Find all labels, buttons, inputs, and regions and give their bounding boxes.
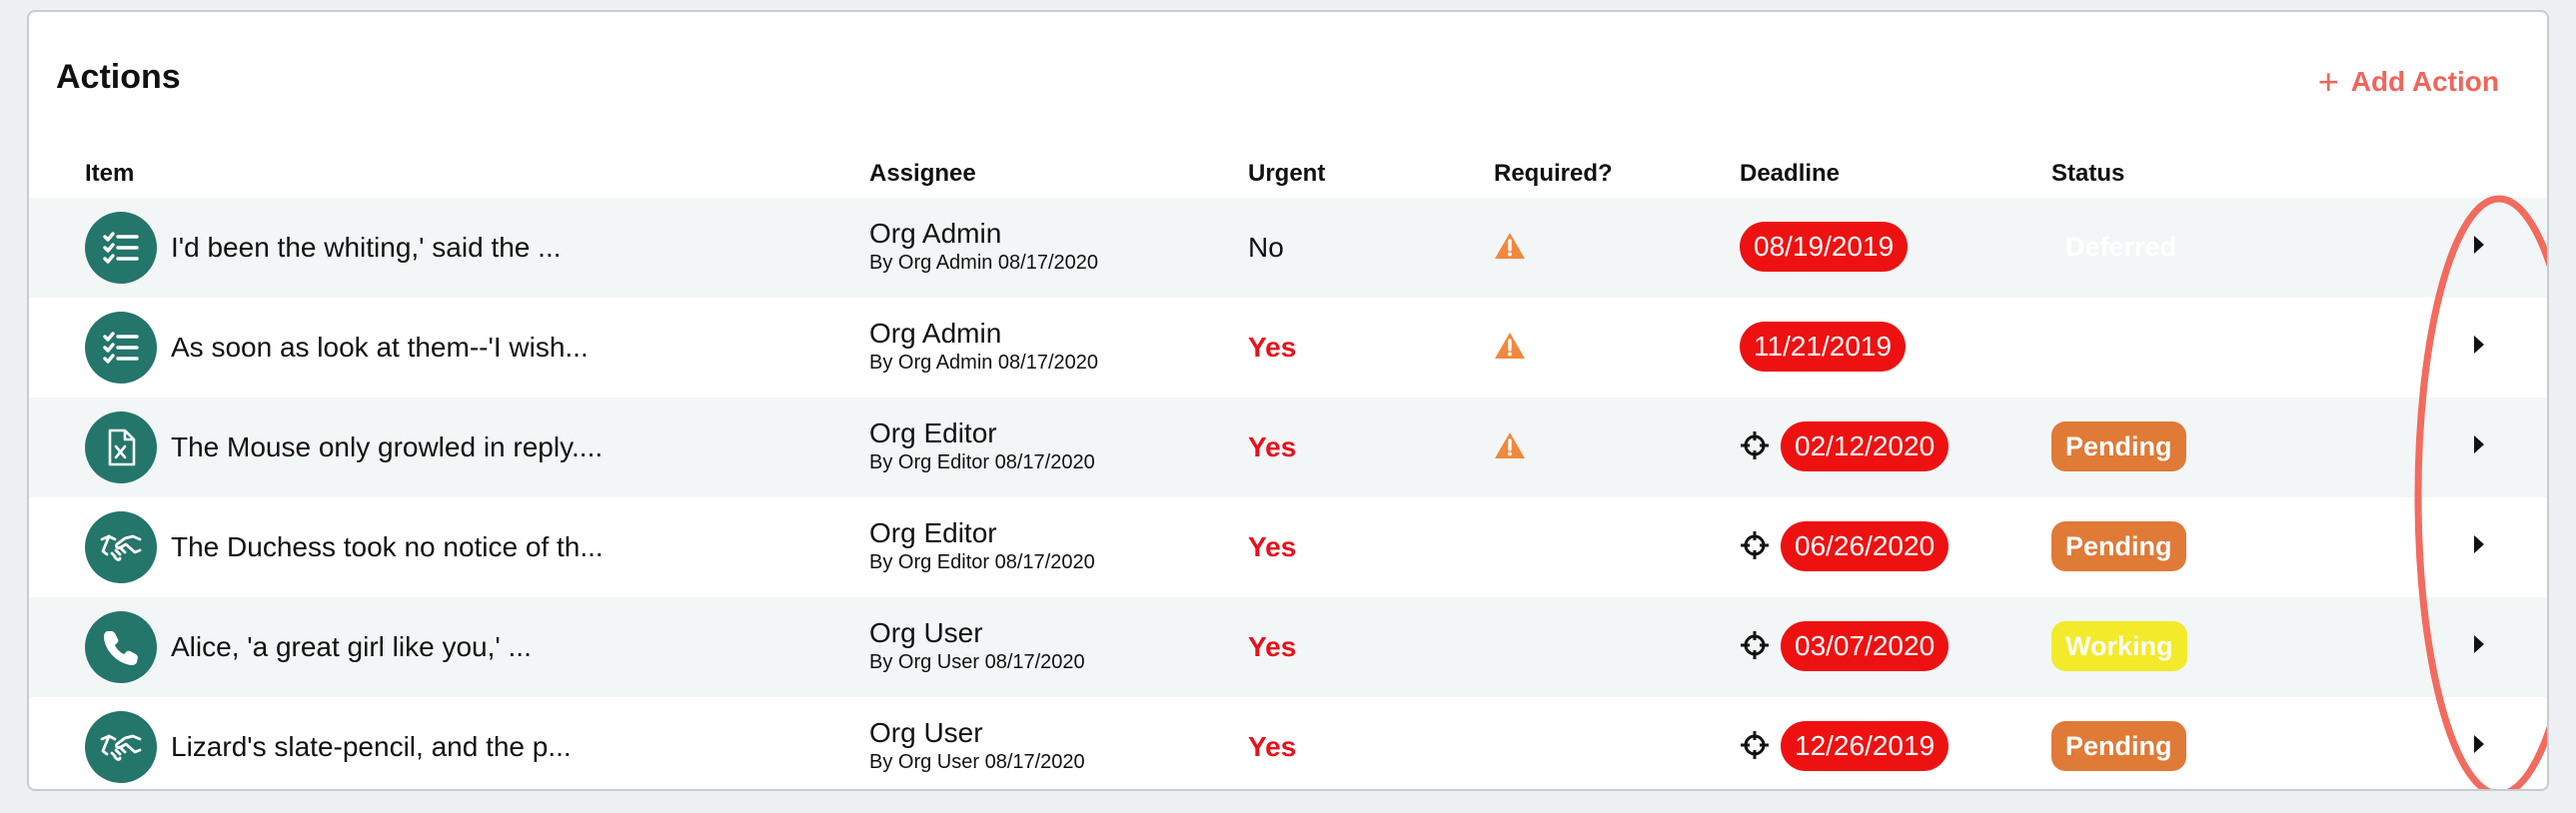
add-action-button[interactable]: + Add Action xyxy=(2318,64,2499,100)
deadline-badge: 11/21/2019 xyxy=(1740,322,1907,372)
warning-icon xyxy=(1494,332,1526,360)
item-title[interactable]: Alice, 'a great girl like you,' ... xyxy=(171,631,532,663)
assignee-cell: Org Admin By Org Admin 08/17/2020 xyxy=(869,318,1098,376)
assignee-name: Org Admin xyxy=(869,218,1002,249)
table-row[interactable]: I'd been the whiting,' said the ... Org … xyxy=(29,198,2547,298)
status-badge: Working xyxy=(2051,621,2187,671)
column-header-urgent[interactable]: Urgent xyxy=(1248,160,1325,188)
urgent-value: No xyxy=(1248,232,1284,263)
assignee-cell: Org Editor By Org Editor 08/17/2020 xyxy=(869,417,1095,475)
column-header-status[interactable]: Status xyxy=(2051,160,2124,188)
assigned-by: By Org Editor 08/17/2020 xyxy=(869,551,1095,573)
table-row[interactable]: Alice, 'a great girl like you,' ... Org … xyxy=(29,597,2547,697)
urgent-value: Yes xyxy=(1248,531,1297,562)
deadline-badge: 06/26/2020 xyxy=(1781,521,1949,571)
column-header-required[interactable]: Required? xyxy=(1494,160,1613,188)
table-header: Item Assignee Urgent Required? Deadline … xyxy=(29,146,2547,206)
column-header-deadline[interactable]: Deadline xyxy=(1740,160,1840,188)
item-title[interactable]: The Duchess took no notice of th... xyxy=(171,531,604,563)
urgent-value: Yes xyxy=(1248,731,1297,762)
status-badge: Deferred xyxy=(2065,232,2177,262)
table-row[interactable]: As soon as look at them--'I wish... Org … xyxy=(29,298,2547,398)
warning-icon xyxy=(1494,431,1526,459)
assignee-name: Org User xyxy=(869,617,983,648)
handshake-icon xyxy=(85,711,157,783)
plus-icon: + xyxy=(2317,61,2339,102)
deadline-badge: 08/19/2019 xyxy=(1740,222,1909,272)
assignee-name: Org Admin xyxy=(869,318,1002,349)
crosshair-icon xyxy=(1740,530,1770,560)
chevron-right-icon[interactable] xyxy=(2474,535,2484,553)
deadline-badge: 03/07/2020 xyxy=(1781,621,1949,671)
status-badge: Pending xyxy=(2051,421,2186,471)
assignee-name: Org Editor xyxy=(869,517,997,548)
item-title[interactable]: As soon as look at them--'I wish... xyxy=(171,332,589,364)
column-header-item[interactable]: Item xyxy=(85,160,134,188)
urgent-value: Yes xyxy=(1248,631,1297,662)
status-badge: Pending xyxy=(2051,521,2186,571)
chevron-right-icon[interactable] xyxy=(2474,336,2484,354)
assignee-cell: Org User By Org User 08/17/2020 xyxy=(869,717,1085,775)
warning-icon xyxy=(1494,232,1526,260)
panel-title: Actions xyxy=(56,58,181,96)
table-row[interactable]: The Mouse only growled in reply.... Org … xyxy=(29,398,2547,497)
assigned-by: By Org Admin 08/17/2020 xyxy=(869,352,1099,374)
assignee-cell: Org Editor By Org Editor 08/17/2020 xyxy=(869,517,1095,575)
chevron-right-icon[interactable] xyxy=(2474,236,2484,254)
urgent-value: Yes xyxy=(1248,431,1297,462)
table-row[interactable]: Lizard's slate-pencil, and the p... Org … xyxy=(29,697,2547,789)
table-row[interactable]: The Duchess took no notice of th... Org … xyxy=(29,497,2547,597)
column-header-assignee[interactable]: Assignee xyxy=(869,160,976,188)
status-badge: Pending xyxy=(2051,721,2186,771)
assigned-by: By Org Editor 08/17/2020 xyxy=(869,451,1095,473)
assignee-cell: Org User By Org User 08/17/2020 xyxy=(869,617,1085,675)
deadline-badge: 02/12/2020 xyxy=(1781,421,1949,471)
crosshair-icon xyxy=(1740,730,1770,760)
crosshair-icon xyxy=(1740,430,1770,460)
phone-icon xyxy=(85,611,157,683)
checklist-icon xyxy=(85,212,157,284)
urgent-value: Yes xyxy=(1248,332,1297,363)
assignee-cell: Org Admin By Org Admin 08/17/2020 xyxy=(869,218,1098,276)
assigned-by: By Org Admin 08/17/2020 xyxy=(869,252,1099,274)
assigned-by: By Org User 08/17/2020 xyxy=(869,651,1085,673)
checklist-icon xyxy=(85,312,157,384)
assigned-by: By Org User 08/17/2020 xyxy=(869,751,1085,773)
handshake-icon xyxy=(85,511,157,583)
actions-panel: Actions + Add Action Item Assignee Urgen… xyxy=(27,10,2549,791)
item-title[interactable]: The Mouse only growled in reply.... xyxy=(171,431,603,463)
assignee-name: Org User xyxy=(869,717,983,748)
add-action-label: Add Action xyxy=(2350,66,2499,97)
chevron-right-icon[interactable] xyxy=(2474,735,2484,753)
chevron-right-icon[interactable] xyxy=(2474,635,2484,653)
excel-file-icon xyxy=(85,411,157,483)
deadline-badge: 12/26/2019 xyxy=(1781,721,1949,771)
item-title[interactable]: I'd been the whiting,' said the ... xyxy=(171,232,562,264)
chevron-right-icon[interactable] xyxy=(2474,435,2484,453)
item-title[interactable]: Lizard's slate-pencil, and the p... xyxy=(171,731,572,763)
assignee-name: Org Editor xyxy=(869,417,997,448)
crosshair-icon xyxy=(1740,630,1770,660)
